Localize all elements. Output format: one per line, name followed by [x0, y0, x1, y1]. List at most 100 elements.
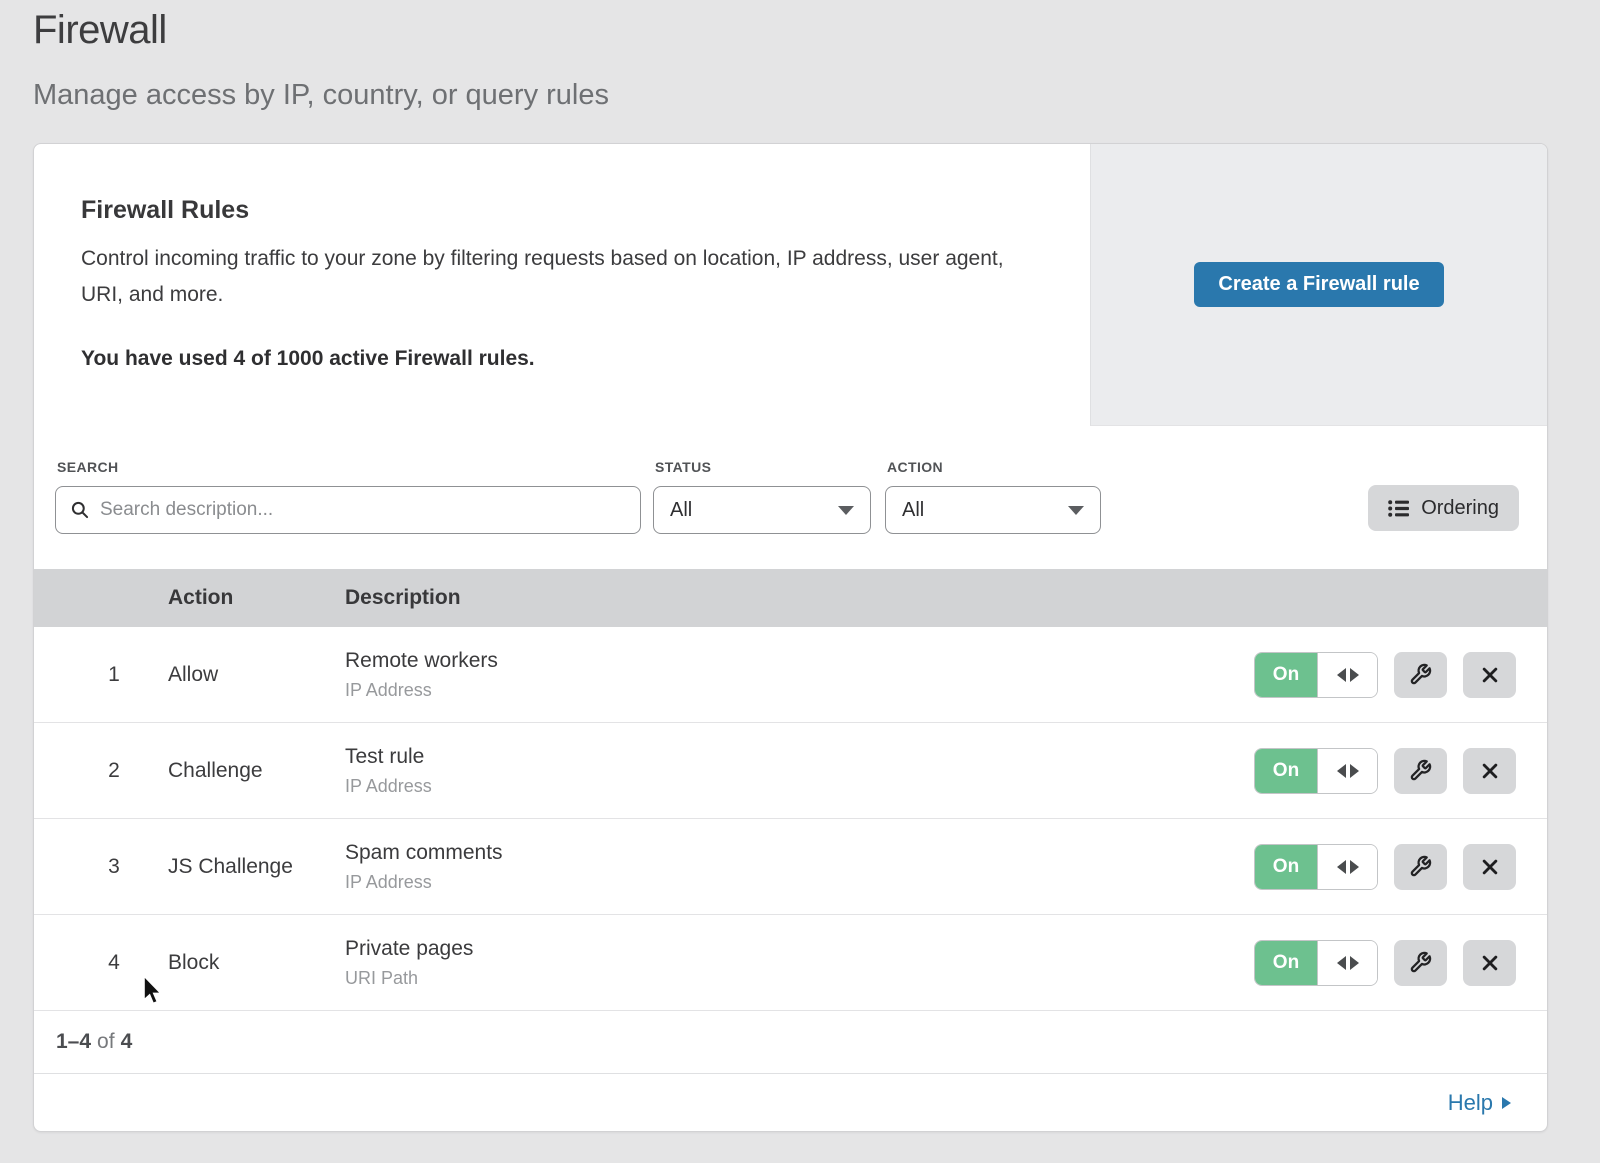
rule-match-type: IP Address	[345, 680, 1254, 701]
arrow-right-icon	[1350, 860, 1359, 874]
rule-description-cell: Private pages URI Path	[345, 937, 1254, 989]
pagination-bar: 1–4 of 4	[34, 1011, 1547, 1074]
edit-rule-button[interactable]	[1394, 748, 1447, 794]
rule-toggle-group: On	[1254, 844, 1378, 890]
action-column-header: Action	[168, 586, 316, 610]
table-row: 1 Allow Remote workers IP Address On	[34, 627, 1547, 723]
search-icon	[70, 500, 90, 520]
page-header: Firewall Manage access by IP, country, o…	[0, 0, 1600, 112]
edit-rule-button[interactable]	[1394, 844, 1447, 890]
page-title: Firewall	[33, 8, 1600, 53]
status-filter-group: STATUS All	[653, 456, 871, 569]
search-box[interactable]	[55, 486, 641, 534]
rule-on-toggle[interactable]: On	[1255, 749, 1317, 793]
arrow-left-icon	[1337, 860, 1346, 874]
rule-description: Spam comments	[345, 841, 1254, 865]
rule-priority: 1	[89, 663, 139, 687]
rule-toggle-group: On	[1254, 748, 1378, 794]
edit-rule-button[interactable]	[1394, 652, 1447, 698]
table-row: 3 JS Challenge Spam comments IP Address …	[34, 819, 1547, 915]
pagination-of: of	[97, 1030, 115, 1054]
arrow-right-icon	[1350, 956, 1359, 970]
create-firewall-rule-button[interactable]: Create a Firewall rule	[1194, 262, 1443, 307]
wrench-icon	[1409, 951, 1432, 974]
rule-action: Allow	[168, 663, 316, 687]
wrench-icon	[1409, 855, 1432, 878]
delete-rule-button[interactable]	[1463, 940, 1516, 986]
rule-match-type: IP Address	[345, 776, 1254, 797]
intro-text-block: Firewall Rules Control incoming traffic …	[34, 144, 1090, 426]
status-select-value: All	[670, 499, 692, 522]
chevron-down-icon	[838, 506, 854, 515]
action-filter-group: ACTION All	[885, 456, 1101, 569]
intro-heading: Firewall Rules	[81, 196, 1050, 225]
rule-action: JS Challenge	[168, 855, 316, 879]
close-icon	[1480, 665, 1500, 685]
rule-toggle-group: On	[1254, 940, 1378, 986]
search-label: SEARCH	[57, 459, 641, 475]
arrow-left-icon	[1337, 668, 1346, 682]
rule-move-handle[interactable]	[1317, 653, 1377, 697]
table-row: 4 Block Private pages URI Path On	[34, 915, 1547, 1011]
status-select[interactable]: All	[653, 486, 871, 534]
rule-priority: 3	[89, 855, 139, 879]
arrow-right-icon	[1350, 764, 1359, 778]
close-icon	[1480, 857, 1500, 877]
arrow-left-icon	[1337, 956, 1346, 970]
help-link-label: Help	[1448, 1090, 1493, 1116]
action-select[interactable]: All	[885, 486, 1101, 534]
search-filter-group: SEARCH	[55, 456, 641, 569]
create-rule-panel: Create a Firewall rule	[1090, 144, 1547, 426]
delete-rule-button[interactable]	[1463, 844, 1516, 890]
rule-controls: On	[1254, 940, 1516, 986]
rule-on-toggle[interactable]: On	[1255, 653, 1317, 697]
help-link[interactable]: Help	[1448, 1090, 1511, 1116]
rule-move-handle[interactable]	[1317, 941, 1377, 985]
help-arrow-icon	[1502, 1097, 1511, 1109]
rule-toggle-group: On	[1254, 652, 1378, 698]
table-row: 2 Challenge Test rule IP Address On	[34, 723, 1547, 819]
rule-action: Block	[168, 951, 316, 975]
rule-on-toggle[interactable]: On	[1255, 845, 1317, 889]
ordering-button[interactable]: Ordering	[1368, 485, 1519, 531]
rule-controls: On	[1254, 652, 1516, 698]
rule-action: Challenge	[168, 759, 316, 783]
table-header: Action Description	[34, 569, 1547, 627]
search-input[interactable]	[100, 499, 626, 521]
arrow-right-icon	[1350, 668, 1359, 682]
rule-move-handle[interactable]	[1317, 845, 1377, 889]
rule-description-cell: Test rule IP Address	[345, 745, 1254, 797]
edit-rule-button[interactable]	[1394, 940, 1447, 986]
wrench-icon	[1409, 663, 1432, 686]
intro-description: Control incoming traffic to your zone by…	[81, 241, 1026, 313]
list-ordering-icon	[1388, 499, 1410, 518]
arrow-left-icon	[1337, 764, 1346, 778]
pagination-range: 1–4	[56, 1030, 91, 1054]
rule-move-handle[interactable]	[1317, 749, 1377, 793]
table-body: 1 Allow Remote workers IP Address On	[34, 627, 1547, 1011]
rules-usage-text: You have used 4 of 1000 active Firewall …	[81, 347, 1050, 371]
action-select-value: All	[902, 499, 924, 522]
description-column-header: Description	[345, 586, 1547, 610]
filters-bar: SEARCH STATUS All ACTION All	[34, 426, 1547, 569]
rule-controls: On	[1254, 748, 1516, 794]
status-label: STATUS	[655, 459, 871, 475]
rule-match-type: URI Path	[345, 968, 1254, 989]
rule-description: Remote workers	[345, 649, 1254, 673]
firewall-rules-card: Firewall Rules Control incoming traffic …	[33, 143, 1548, 1132]
chevron-down-icon	[1068, 506, 1084, 515]
rule-priority: 2	[89, 759, 139, 783]
intro-section: Firewall Rules Control incoming traffic …	[34, 144, 1547, 426]
rule-on-toggle[interactable]: On	[1255, 941, 1317, 985]
delete-rule-button[interactable]	[1463, 748, 1516, 794]
delete-rule-button[interactable]	[1463, 652, 1516, 698]
wrench-icon	[1409, 759, 1432, 782]
rule-description-cell: Remote workers IP Address	[345, 649, 1254, 701]
rule-description: Test rule	[345, 745, 1254, 769]
rule-description-cell: Spam comments IP Address	[345, 841, 1254, 893]
ordering-button-label: Ordering	[1421, 497, 1499, 520]
rule-priority: 4	[89, 951, 139, 975]
pagination-total: 4	[121, 1030, 133, 1054]
rule-match-type: IP Address	[345, 872, 1254, 893]
rule-description: Private pages	[345, 937, 1254, 961]
